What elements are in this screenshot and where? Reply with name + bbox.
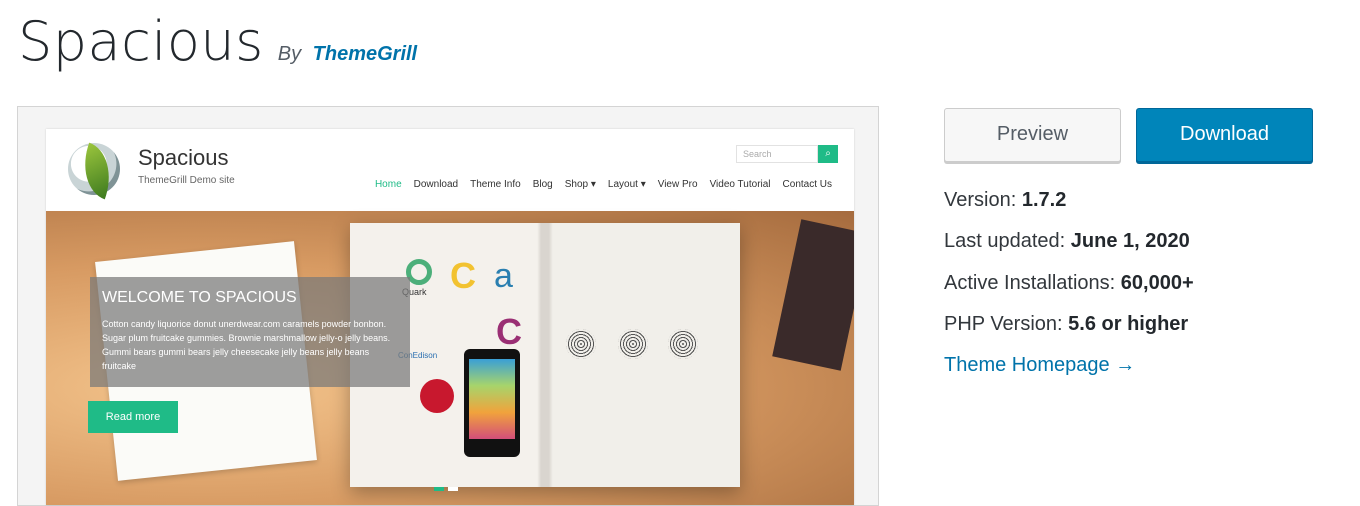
demo-nav-home: Home <box>374 179 402 190</box>
updated-value: June 1, 2020 <box>1070 230 1190 252</box>
meta-version: Version: 1.7.2 <box>944 189 1066 212</box>
read-more-button: Read more <box>88 401 178 433</box>
meta-last-updated: Last updated: June 1, 2020 <box>944 230 1190 253</box>
slider-dot <box>434 487 444 491</box>
demo-nav-view-pro: View Pro <box>657 179 698 190</box>
tablet-image <box>772 219 854 371</box>
demo-hero-slider: Quark C a C ConEdison WELCOME TO SPACIOU… <box>46 211 854 505</box>
dot-pattern-icon <box>566 329 596 359</box>
demo-site-tagline: ThemeGrill Demo site <box>138 175 235 186</box>
demo-nav-blog: Blog <box>532 179 553 190</box>
slider-title: WELCOME TO SPACIOUS <box>102 289 297 306</box>
updated-label: Last updated: <box>944 230 1066 252</box>
meta-php-version: PHP Version: 5.6 or higher <box>944 313 1188 336</box>
demo-nav-contact: Contact Us <box>782 179 832 190</box>
byline: By ThemeGrill <box>278 43 417 66</box>
phone-screen <box>469 359 515 439</box>
demo-search-input: Search <box>736 145 818 163</box>
search-icon: ⌕ <box>818 145 838 163</box>
php-value: 5.6 or higher <box>1068 313 1189 335</box>
theme-screenshot-frame: Spacious ThemeGrill Demo site Search ⌕ H… <box>17 106 879 506</box>
version-label: Version: <box>944 189 1017 211</box>
preview-button[interactable]: Preview <box>944 108 1121 162</box>
c-logo-icon: C <box>450 255 476 296</box>
php-label: PHP Version: <box>944 313 1063 335</box>
theme-title: Spacious <box>18 10 264 73</box>
dot-pattern-icon <box>668 329 698 359</box>
slider-text: Cotton candy liquorice donut unerdwear.c… <box>102 319 391 371</box>
slider-dot <box>448 487 458 491</box>
download-button[interactable]: Download <box>1136 108 1313 162</box>
demo-nav: Home Download Theme Info Blog Shop ▾ Lay… <box>369 179 838 190</box>
demo-nav-video-tutorial: Video Tutorial <box>709 179 771 190</box>
installs-label: Active Installations: <box>944 272 1116 294</box>
installs-value: 60,000+ <box>1120 272 1194 294</box>
demo-site-title: Spacious <box>138 145 229 170</box>
phone-image <box>464 349 520 457</box>
demo-nav-theme-info: Theme Info <box>470 179 521 190</box>
theme-screenshot: Spacious ThemeGrill Demo site Search ⌕ H… <box>46 129 854 505</box>
demo-nav-layout: Layout ▾ <box>607 179 646 190</box>
dot-pattern-icon <box>618 329 648 359</box>
slider-caption: WELCOME TO SPACIOUS Cotton candy liquori… <box>90 277 410 387</box>
slider-pager <box>434 487 458 491</box>
meta-active-installs: Active Installations: 60,000+ <box>944 272 1194 295</box>
by-label: By <box>277 43 302 65</box>
lg-logo-icon <box>420 379 454 413</box>
c-purple-logo-icon: C <box>496 311 522 352</box>
theme-homepage-link[interactable]: Theme Homepage → <box>944 354 1135 377</box>
version-value: 1.7.2 <box>1021 189 1067 211</box>
a-logo-icon: a <box>494 257 513 295</box>
author-link[interactable]: ThemeGrill <box>313 43 417 65</box>
theme-header: Spacious By ThemeGrill <box>18 10 417 73</box>
demo-nav-shop: Shop ▾ <box>564 179 596 190</box>
demo-site-header: Spacious ThemeGrill Demo site Search ⌕ H… <box>46 129 854 211</box>
demo-nav-download: Download <box>413 179 459 190</box>
